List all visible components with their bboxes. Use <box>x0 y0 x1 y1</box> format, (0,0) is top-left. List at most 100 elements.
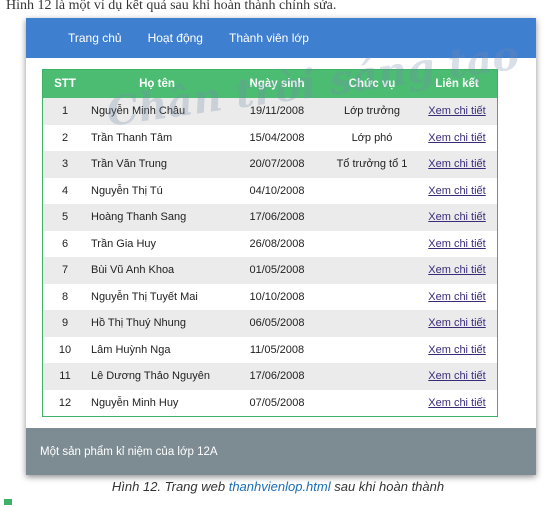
header-stt: STT <box>43 70 87 98</box>
footer: Một sản phẩm kỉ niệm của lớp 12A <box>26 428 536 475</box>
cell-name: Nguyễn Thị Tú <box>87 177 227 204</box>
cell-link: Xem chi tiết <box>417 124 497 151</box>
cell-role: Lớp trưởng <box>327 98 417 125</box>
cell-name: Trần Gia Huy <box>87 230 227 257</box>
cell-role <box>327 204 417 231</box>
cell-dob: 20/07/2008 <box>227 151 327 178</box>
cell-role <box>327 310 417 337</box>
view-detail-link[interactable]: Xem chi tiết <box>428 238 485 250</box>
cell-name: Lâm Huỳnh Nga <box>87 336 227 363</box>
cell-stt: 3 <box>43 151 87 178</box>
cell-role <box>327 389 417 416</box>
table-row: 9 Hồ Thị Thuý Nhung 06/05/2008 Xem chi tiết <box>43 310 497 337</box>
cell-link: Xem chi tiết <box>417 98 497 125</box>
nav-link-activities[interactable]: Hoạt động <box>148 31 203 45</box>
table-row: 4 Nguyễn Thị Tú 04/10/2008 Xem chi tiết <box>43 177 497 204</box>
view-detail-link[interactable]: Xem chi tiết <box>428 158 485 170</box>
cell-name: Bùi Vũ Anh Khoa <box>87 257 227 284</box>
cell-name: Nguyễn Minh Huy <box>87 389 227 416</box>
header-name: Họ tên <box>87 70 227 98</box>
table-row: 6 Trần Gia Huy 26/08/2008 Xem chi tiết <box>43 230 497 257</box>
table-header-row: STT Họ tên Ngày sinh Chức vụ Liên kết <box>43 70 497 98</box>
webpage-screenshot: Trang chủ Hoạt động Thành viên lớp Chân … <box>26 18 536 475</box>
table-row: 3 Trần Văn Trung 20/07/2008 Tổ trưởng tổ 1 X… <box>43 151 497 178</box>
table-row: 1 Nguyễn Minh Châu 19/11/2008 Lớp trưởng Xem… <box>43 98 497 125</box>
cell-stt: 2 <box>43 124 87 151</box>
table-body: 1 Nguyễn Minh Châu 19/11/2008 Lớp trưởng Xem… <box>43 98 497 416</box>
caption-filename: thanhvienlop.html <box>228 479 331 494</box>
view-detail-link[interactable]: Xem chi tiết <box>428 291 485 303</box>
cell-name: Hồ Thị Thuý Nhung <box>87 310 227 337</box>
cell-name: Lê Dương Thảo Nguyên <box>87 363 227 390</box>
cell-name: Nguyễn Thị Tuyết Mai <box>87 283 227 310</box>
view-detail-link[interactable]: Xem chi tiết <box>428 211 485 223</box>
table-row: 5 Hoàng Thanh Sang 17/06/2008 Xem chi tiết <box>43 204 497 231</box>
cell-role: Lớp phó <box>327 124 417 151</box>
view-detail-link[interactable]: Xem chi tiết <box>428 344 485 356</box>
table-row: 12 Nguyễn Minh Huy 07/05/2008 Xem chi tiết <box>43 389 497 416</box>
header-role: Chức vụ <box>327 70 417 98</box>
cell-name: Hoàng Thanh Sang <box>87 204 227 231</box>
cell-stt: 5 <box>43 204 87 231</box>
view-detail-link[interactable]: Xem chi tiết <box>428 264 485 276</box>
cell-link: Xem chi tiết <box>417 336 497 363</box>
table-row: 8 Nguyễn Thị Tuyết Mai 10/10/2008 Xem chi t… <box>43 283 497 310</box>
cell-dob: 07/05/2008 <box>227 389 327 416</box>
nav-link-home[interactable]: Trang chủ <box>68 31 122 45</box>
cell-stt: 11 <box>43 363 87 390</box>
navbar: Trang chủ Hoạt động Thành viên lớp <box>26 18 536 58</box>
cell-role: Tổ trưởng tổ 1 <box>327 151 417 178</box>
header-dob: Ngày sinh <box>227 70 327 98</box>
view-detail-link[interactable]: Xem chi tiết <box>428 132 485 144</box>
cell-dob: 17/06/2008 <box>227 363 327 390</box>
header-link: Liên kết <box>417 70 497 98</box>
cell-link: Xem chi tiết <box>417 389 497 416</box>
view-detail-link[interactable]: Xem chi tiết <box>428 317 485 329</box>
members-table-container: STT Họ tên Ngày sinh Chức vụ Liên kết 1N… <box>42 69 498 417</box>
cell-dob: 06/05/2008 <box>227 310 327 337</box>
cell-stt: 12 <box>43 389 87 416</box>
cell-dob: 15/04/2008 <box>227 124 327 151</box>
footer-text: Một sản phẩm kỉ niệm của lớp 12A <box>40 445 218 458</box>
cell-role <box>327 283 417 310</box>
cell-name: Nguyễn Minh Châu <box>87 98 227 125</box>
cell-link: Xem chi tiết <box>417 151 497 178</box>
cell-link: Xem chi tiết <box>417 363 497 390</box>
view-detail-link[interactable]: Xem chi tiết <box>428 185 485 197</box>
cell-dob: 26/08/2008 <box>227 230 327 257</box>
cell-stt: 6 <box>43 230 87 257</box>
cell-role <box>327 177 417 204</box>
cell-role <box>327 257 417 284</box>
cell-link: Xem chi tiết <box>417 310 497 337</box>
view-detail-link[interactable]: Xem chi tiết <box>428 370 485 382</box>
cell-dob: 01/05/2008 <box>227 257 327 284</box>
cell-dob: 11/05/2008 <box>227 336 327 363</box>
cell-stt: 4 <box>43 177 87 204</box>
cell-stt: 10 <box>43 336 87 363</box>
cell-link: Xem chi tiết <box>417 204 497 231</box>
main-content: Chân trời sáng tạo STT Họ tên Ngày sinh … <box>26 31 536 428</box>
caption-suffix: sau khi hoàn thành <box>330 479 445 494</box>
cell-link: Xem chi tiết <box>417 257 497 284</box>
cell-name: Trần Thanh Tâm <box>87 124 227 151</box>
cell-dob: 19/11/2008 <box>227 98 327 125</box>
cell-stt: 1 <box>43 98 87 125</box>
cell-stt: 8 <box>43 283 87 310</box>
cell-link: Xem chi tiết <box>417 283 497 310</box>
nav-link-members[interactable]: Thành viên lớp <box>229 31 309 45</box>
table-row: 11 Lê Dương Thảo Nguyên 17/06/2008 Xem chi … <box>43 363 497 390</box>
cell-dob: 04/10/2008 <box>227 177 327 204</box>
figure-caption: Hình 12. Trang web thanhvienlop.html sau… <box>0 479 556 494</box>
cell-dob: 10/10/2008 <box>227 283 327 310</box>
cell-dob: 17/06/2008 <box>227 204 327 231</box>
cell-link: Xem chi tiết <box>417 230 497 257</box>
green-corner-mark <box>4 499 12 505</box>
cell-role <box>327 230 417 257</box>
cell-role <box>327 336 417 363</box>
view-detail-link[interactable]: Xem chi tiết <box>428 105 485 117</box>
view-detail-link[interactable]: Xem chi tiết <box>428 397 485 409</box>
cell-name: Trần Văn Trung <box>87 151 227 178</box>
table-row: 2 Trần Thanh Tâm 15/04/2008 Lớp phó Xem chi … <box>43 124 497 151</box>
cell-stt: 7 <box>43 257 87 284</box>
cell-stt: 9 <box>43 310 87 337</box>
